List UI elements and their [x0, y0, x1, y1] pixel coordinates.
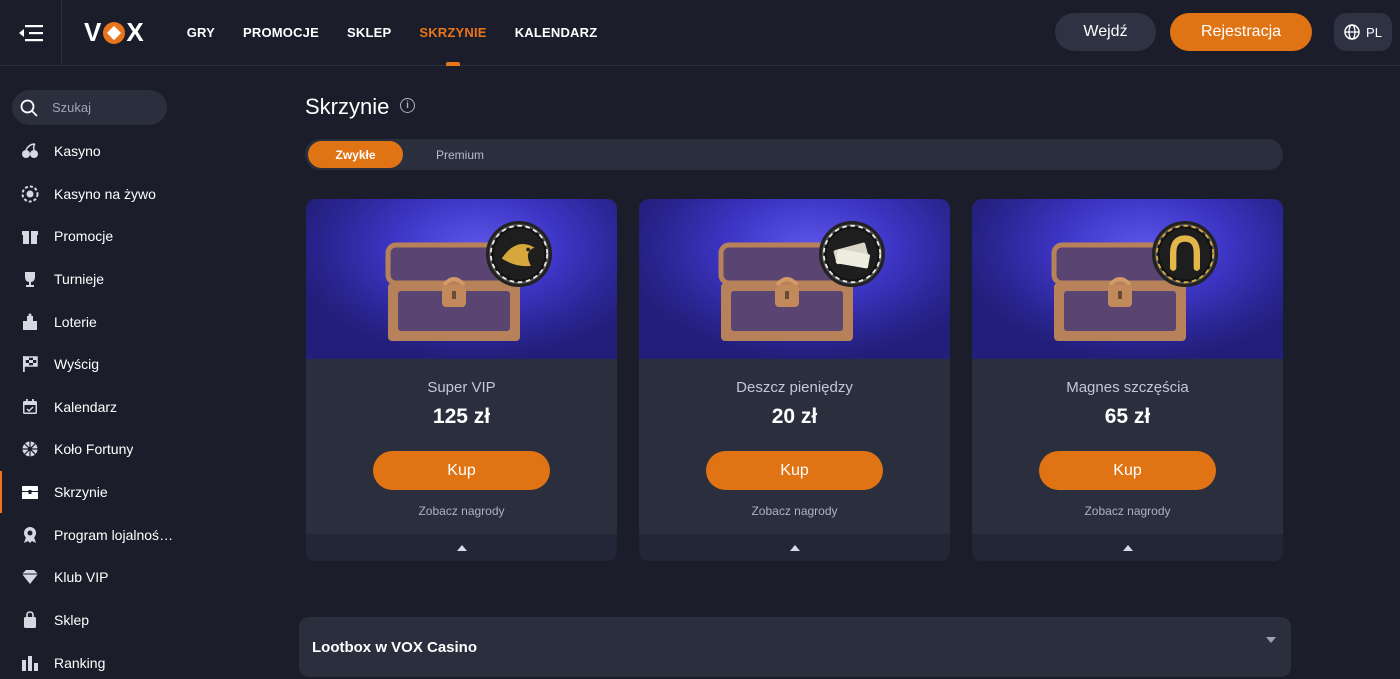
- login-button[interactable]: Wejdź: [1055, 13, 1156, 51]
- menu-collapse-icon: [18, 24, 43, 41]
- language-label: PL: [1366, 24, 1382, 40]
- chest-name: Super VIP: [427, 379, 496, 396]
- buy-button[interactable]: Kup: [706, 451, 883, 490]
- sidebar-item-label: Promocje: [54, 228, 114, 244]
- search-placeholder: Szukaj: [52, 100, 92, 115]
- language-button[interactable]: PL: [1334, 13, 1392, 51]
- wheel-icon: [20, 439, 40, 459]
- globe-icon: [1344, 24, 1360, 40]
- chest-name: Magnes szczęścia: [1066, 379, 1189, 396]
- chest-card-image-area: [972, 199, 1283, 359]
- logo-text-x: X: [126, 17, 145, 47]
- see-rewards-link[interactable]: Zobacz nagrody: [639, 504, 950, 518]
- search-input[interactable]: Szukaj: [12, 90, 167, 125]
- sidebar-item-sklep[interactable]: Sklep: [0, 599, 190, 641]
- sidebar-item-turnieje[interactable]: Turnieje: [0, 258, 190, 300]
- chevron-up-icon: [1122, 544, 1133, 551]
- chest-card: Super VIP 125 zł Kup Zobacz nagrody: [306, 199, 617, 561]
- sidebar-item-kalendarz[interactable]: Kalendarz: [0, 386, 190, 428]
- sidebar-item-label: Koło Fortuny: [54, 441, 134, 457]
- sidebar: Szukaj Kasyno Kasyno na żywo Promocje Tu…: [0, 67, 190, 679]
- chest-card: Magnes szczęścia 65 zł Kup Zobacz nagrod…: [972, 199, 1283, 561]
- sidebar-item-label: Kasyno na żywo: [54, 186, 156, 202]
- sidebar-item-kasyno-na-zywo[interactable]: Kasyno na żywo: [0, 173, 190, 215]
- chest-card-image-area: [306, 199, 617, 359]
- race-flag-icon: [20, 354, 40, 374]
- chevron-down-icon: [1266, 637, 1276, 643]
- sidebar-item-kolo-fortuny[interactable]: Koło Fortuny: [0, 428, 190, 470]
- nav-kalendarz[interactable]: KALENDARZ: [515, 0, 598, 66]
- sidebar-item-klub-vip[interactable]: Klub VIP: [0, 556, 190, 598]
- sidebar-item-label: Klub VIP: [54, 569, 109, 585]
- horseshoe-icon: [1152, 221, 1218, 287]
- chest-price: 65 zł: [1104, 405, 1151, 428]
- card-expand-toggle[interactable]: [972, 534, 1283, 561]
- chest-icon: [20, 482, 40, 502]
- sidebar-item-label: Program lojalności…: [54, 527, 179, 543]
- buy-button[interactable]: Kup: [1039, 451, 1216, 490]
- diamond-icon: [20, 567, 40, 587]
- register-button[interactable]: Rejestracja: [1170, 13, 1312, 51]
- tab-premium[interactable]: Premium: [415, 141, 505, 168]
- chest-name: Deszcz pieniędzy: [736, 379, 853, 396]
- sidebar-item-label: Kasyno: [54, 143, 101, 159]
- trophy-icon: [20, 269, 40, 289]
- sidebar-item-label: Skrzynie: [54, 484, 108, 500]
- accordion-title: Lootbox w VOX Casino: [312, 639, 478, 656]
- info-icon[interactable]: i: [400, 98, 415, 113]
- lottery-icon: [20, 312, 40, 332]
- vox-logo[interactable]: VX: [84, 17, 145, 48]
- chest-price: 20 zł: [771, 405, 818, 428]
- sidebar-item-program-lojalnosci[interactable]: Program lojalności…: [0, 514, 190, 556]
- chip-icon: [20, 184, 40, 204]
- sidebar-item-label: Sklep: [54, 612, 90, 628]
- loyalty-badge-icon: [20, 525, 40, 545]
- tab-zwykle[interactable]: Zwykłe: [308, 141, 403, 168]
- logo-chip-icon: [103, 21, 126, 44]
- see-rewards-link[interactable]: Zobacz nagrody: [306, 504, 617, 518]
- nav-gry[interactable]: GRY: [187, 0, 215, 66]
- nav-sklep[interactable]: SKLEP: [347, 0, 391, 66]
- menu-collapse-button[interactable]: [0, 0, 62, 66]
- card-expand-toggle[interactable]: [639, 534, 950, 561]
- nav-skrzynie[interactable]: SKRZYNIE: [419, 0, 486, 66]
- sidebar-item-promocje[interactable]: Promocje: [0, 215, 190, 257]
- sidebar-item-label: Turnieje: [54, 271, 105, 287]
- top-header: VX GRY PROMOCJE SKLEP SKRZYNIE KALENDARZ…: [0, 0, 1400, 66]
- card-expand-toggle[interactable]: [306, 534, 617, 561]
- sidebar-item-skrzynie[interactable]: Skrzynie: [0, 471, 190, 513]
- lootbox-info-accordion[interactable]: Lootbox w VOX Casino: [299, 617, 1291, 677]
- sidebar-item-wyscig[interactable]: Wyścig: [0, 343, 190, 385]
- chest-price: 125 zł: [432, 405, 491, 428]
- sidebar-item-label: Kalendarz: [54, 399, 118, 415]
- chevron-up-icon: [789, 544, 800, 551]
- nav-promocje[interactable]: PROMOCJE: [243, 0, 319, 66]
- shopping-bag-icon: [20, 610, 40, 630]
- sidebar-item-kasyno[interactable]: Kasyno: [0, 130, 190, 172]
- sidebar-item-ranking[interactable]: Ranking: [0, 642, 190, 679]
- sidebar-item-label: Wyścig: [54, 356, 99, 372]
- money-stack-icon: [819, 221, 885, 287]
- sidebar-item-label: Loterie: [54, 314, 97, 330]
- buy-button[interactable]: Kup: [373, 451, 550, 490]
- cherries-icon: [20, 141, 40, 161]
- chevron-up-icon: [456, 544, 467, 551]
- calendar-icon: [20, 397, 40, 417]
- ranking-bars-icon: [20, 653, 40, 673]
- chest-card-image-area: [639, 199, 950, 359]
- gift-icon: [20, 226, 40, 246]
- sidebar-item-label: Ranking: [54, 655, 106, 671]
- sidebar-item-loterie[interactable]: Loterie: [0, 301, 190, 343]
- chest-card: Deszcz pieniędzy 20 zł Kup Zobacz nagrod…: [639, 199, 950, 561]
- page-title: Skrzynie: [305, 94, 390, 119]
- search-icon: [20, 99, 38, 117]
- see-rewards-link[interactable]: Zobacz nagrody: [972, 504, 1283, 518]
- golden-fish-icon: [486, 221, 552, 287]
- logo-text: V: [84, 17, 103, 47]
- main-nav: GRY PROMOCJE SKLEP SKRZYNIE KALENDARZ: [187, 0, 626, 66]
- chest-type-tabs: Zwykłe Premium: [305, 139, 1283, 170]
